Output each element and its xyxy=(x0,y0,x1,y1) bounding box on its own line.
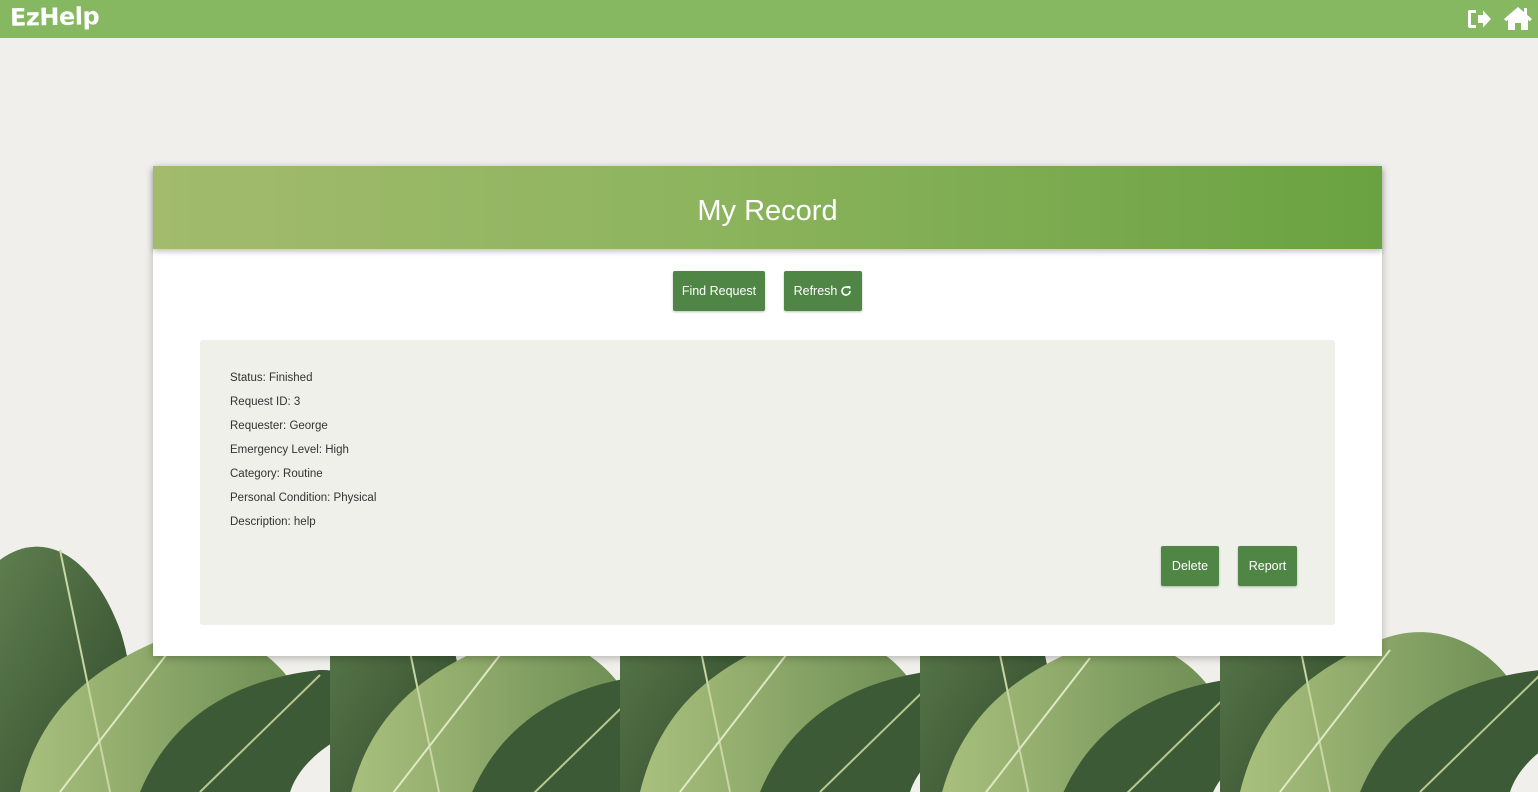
report-button[interactable]: Report xyxy=(1238,546,1297,586)
home-icon[interactable] xyxy=(1503,5,1533,36)
record-requester: Requester: George xyxy=(230,420,328,432)
find-request-label: Find Request xyxy=(681,284,757,298)
record-panel: Status: Finished Request ID: 3 Requester… xyxy=(200,340,1335,625)
record-emergency-level: Emergency Level: High xyxy=(230,444,349,456)
record-category: Category: Routine xyxy=(230,468,323,480)
refresh-icon xyxy=(841,286,852,296)
my-record-card: My Record Find Request Refresh Status: F… xyxy=(153,166,1382,656)
top-nav-bar: EzHelp xyxy=(0,0,1538,38)
find-request-button[interactable]: Find Request xyxy=(673,271,765,311)
record-details: Status: Finished Request ID: 3 Requester… xyxy=(230,370,376,538)
record-request-id: Request ID: 3 xyxy=(230,396,301,408)
record-personal-condition: Personal Condition: Physical xyxy=(230,492,377,504)
page-title: My Record xyxy=(697,195,838,227)
delete-label: Delete xyxy=(1171,559,1209,573)
app-logo[interactable]: EzHelp xyxy=(10,2,100,32)
refresh-label: Refresh xyxy=(793,284,838,298)
report-label: Report xyxy=(1248,559,1287,573)
record-description: Description: help xyxy=(230,516,316,528)
record-status: Status: Finished xyxy=(230,372,313,384)
delete-button[interactable]: Delete xyxy=(1161,546,1219,586)
card-header: My Record xyxy=(153,166,1382,249)
app-root: EzHelp My Record Find Request Refresh St… xyxy=(0,0,1538,792)
refresh-button[interactable]: Refresh xyxy=(784,271,862,311)
logout-icon[interactable] xyxy=(1466,7,1492,36)
